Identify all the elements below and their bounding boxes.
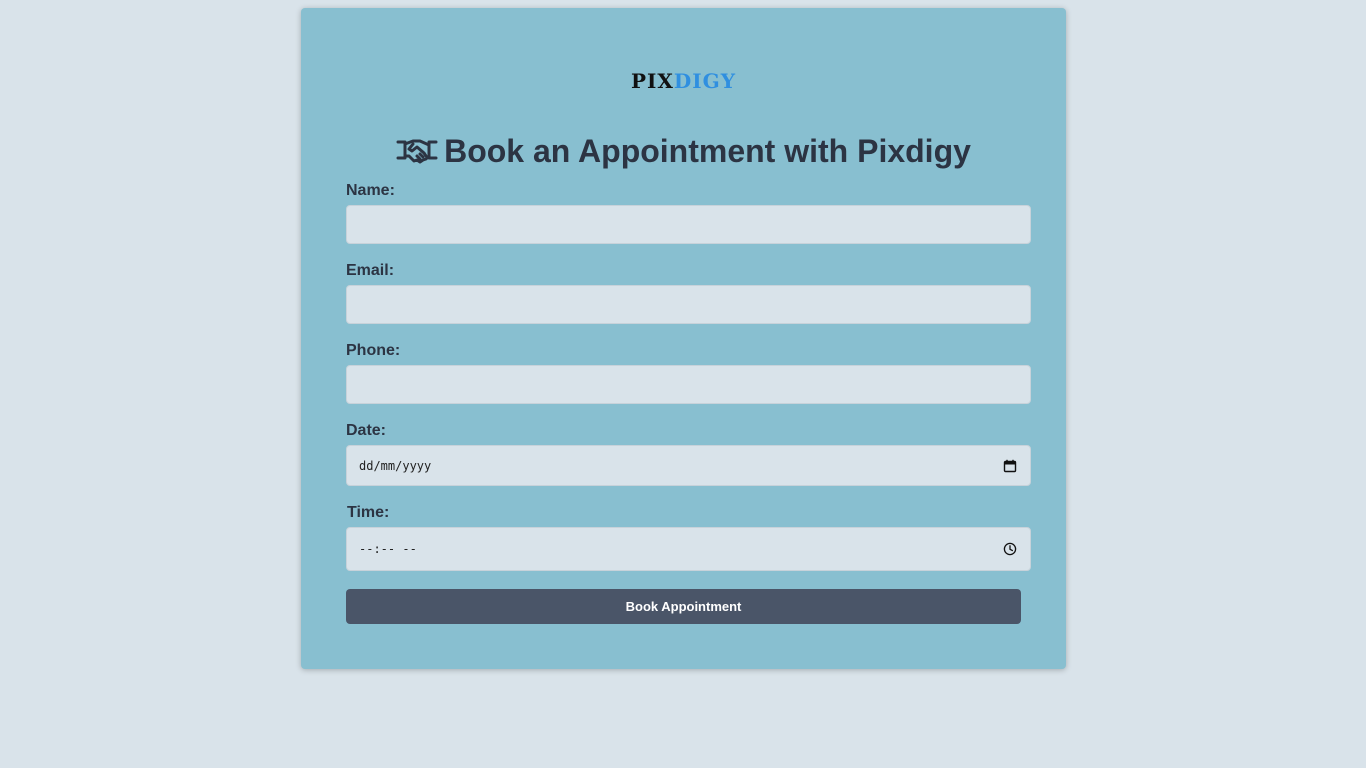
book-appointment-button[interactable]: Book Appointment (346, 589, 1021, 624)
email-label: Email: (346, 262, 395, 279)
logo-part-pix: PIX (631, 69, 674, 93)
time-label: Time: (347, 504, 390, 521)
page-title: Book an Appointment with Pixdigy (301, 130, 1066, 172)
time-input[interactable]: --:-- -- (346, 527, 1031, 571)
phone-label: Phone: (346, 342, 401, 359)
date-placeholder: dd/mm/yyyy (359, 458, 432, 473)
time-placeholder: --:-- -- (359, 542, 417, 556)
email-input[interactable] (346, 285, 1031, 324)
page-title-text: Book an Appointment with Pixdigy (444, 132, 971, 169)
logo-part-digy: DIGY (673, 69, 736, 93)
phone-input[interactable] (346, 365, 1031, 404)
name-input[interactable] (346, 205, 1031, 244)
clock-icon[interactable] (1003, 542, 1017, 556)
date-input[interactable]: dd/mm/yyyy (346, 445, 1031, 486)
name-label: Name: (346, 182, 395, 199)
appointment-card: PIXDIGY Book an Appointment with Pixdigy… (301, 8, 1066, 669)
calendar-icon[interactable] (1003, 459, 1017, 473)
date-label: Date: (346, 422, 387, 439)
pixdigy-logo: PIXDIGY (301, 68, 1066, 94)
handshake-icon (396, 139, 438, 164)
